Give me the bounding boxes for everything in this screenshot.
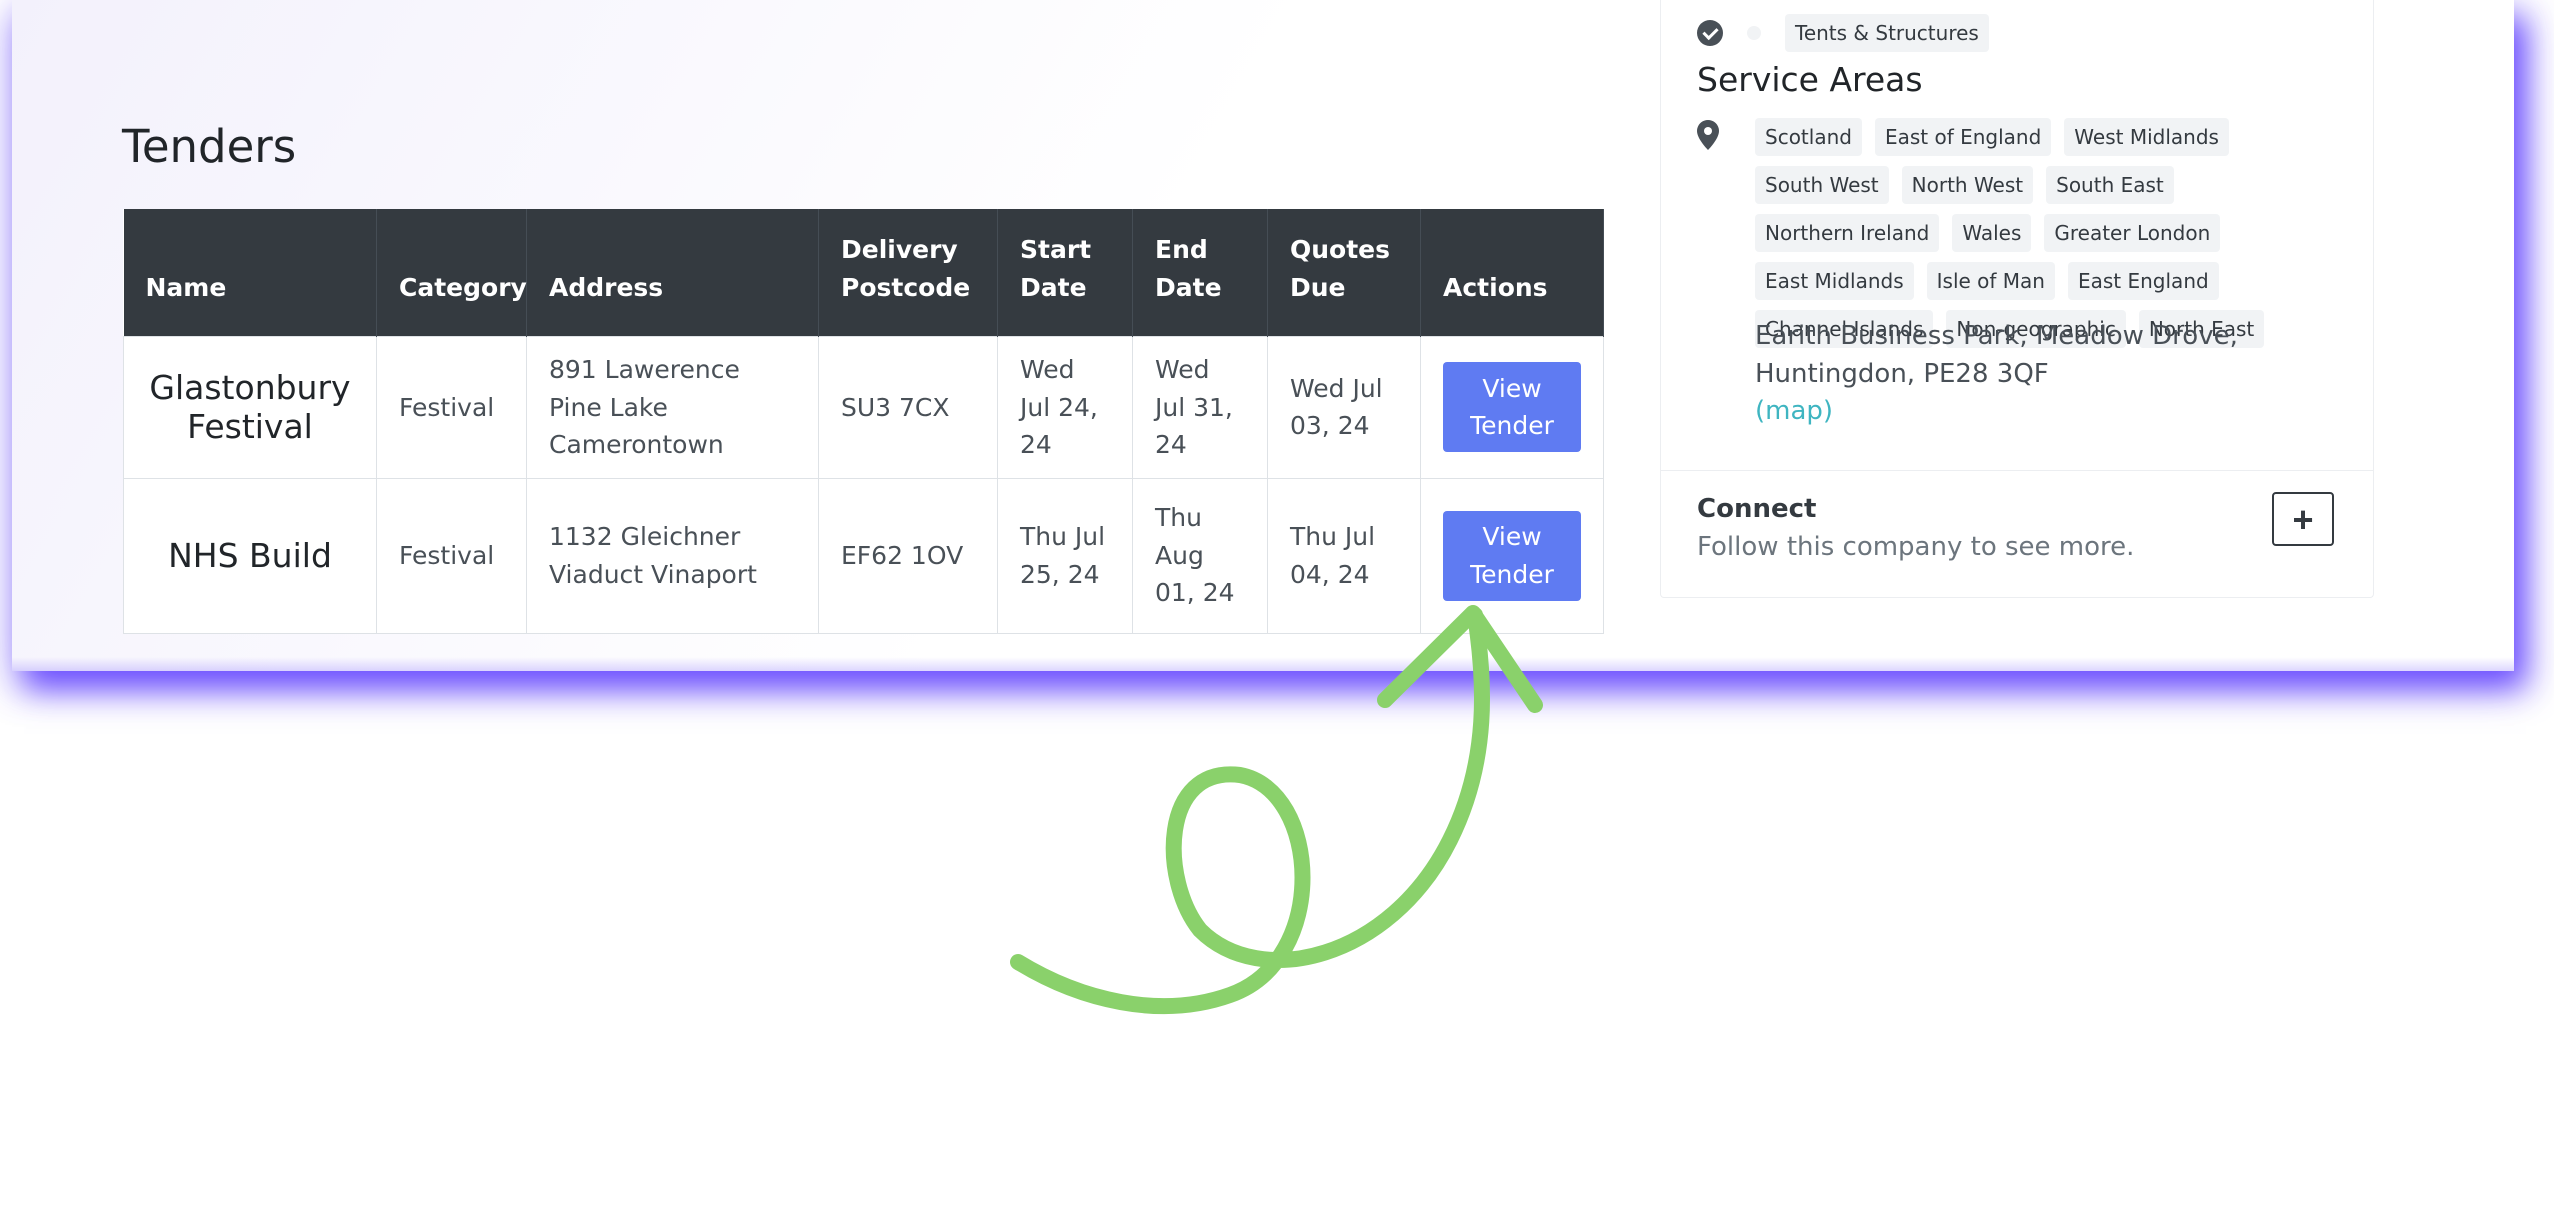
arrow-annotation — [1010, 605, 1543, 1015]
arrow-head — [1377, 605, 1543, 713]
